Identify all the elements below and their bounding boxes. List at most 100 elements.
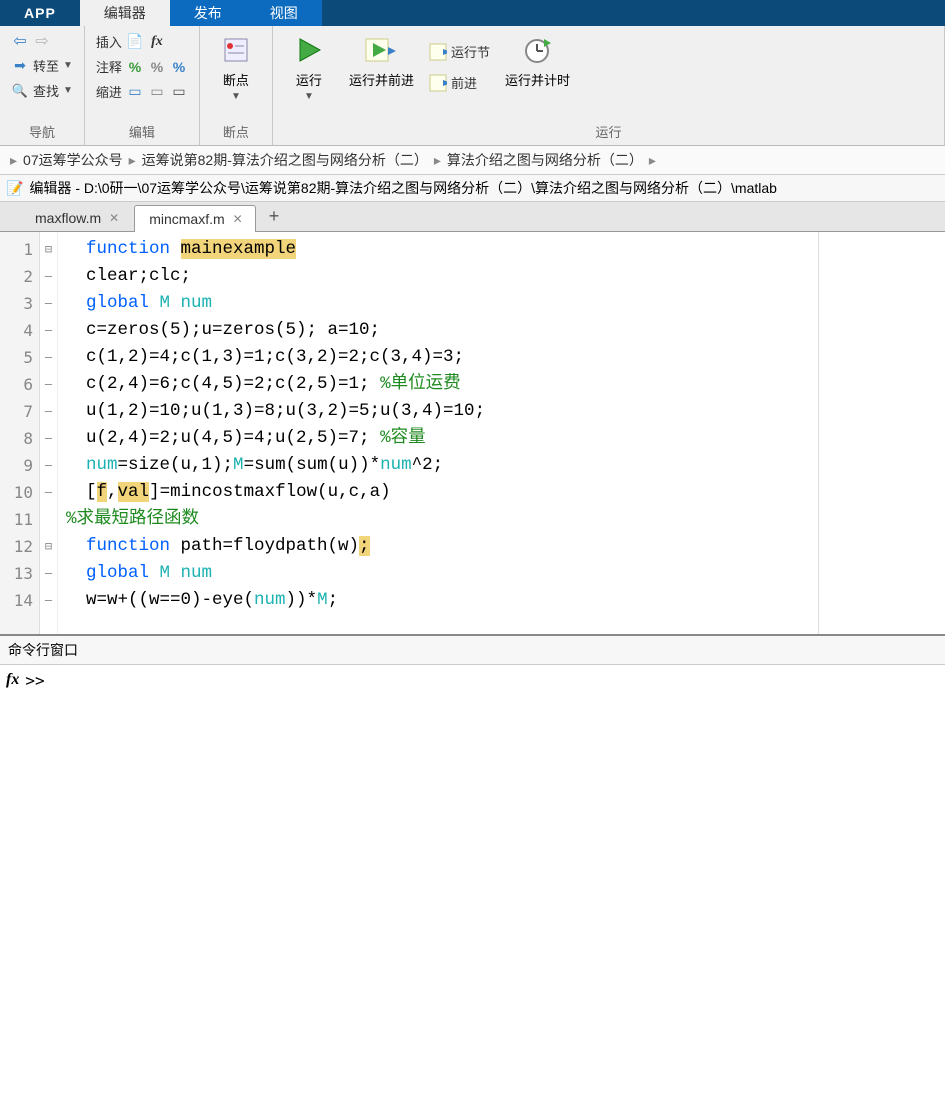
code-line[interactable]: [f,val]=mincostmaxflow(u,c,a) <box>66 479 945 506</box>
line-number: 2 <box>0 263 39 290</box>
breadcrumb: ▸ 07运筹学公众号 ▸ 运筹说第82期-算法介绍之图与网络分析（二） ▸ 算法… <box>0 146 945 175</box>
search-icon <box>11 82 29 100</box>
breadcrumb-item[interactable]: 算法介绍之图与网络分析（二） <box>447 150 643 170</box>
line-number: 4 <box>0 317 39 344</box>
tab-editor[interactable]: 编辑器 <box>80 0 170 26</box>
fold-spacer: — <box>40 452 57 479</box>
close-icon[interactable]: ✕ <box>109 211 119 225</box>
run-button[interactable]: 运行 ▼ <box>281 30 337 104</box>
indent-label: 缩进 <box>96 82 122 101</box>
code-editor[interactable]: 1234567891011121314 ⊟—————————⊟—— functi… <box>0 232 945 636</box>
run-section-label: 运行节 <box>451 42 490 61</box>
code-line[interactable]: c(1,2)=4;c(1,3)=1;c(3,2)=2;c(3,4)=3; <box>66 344 945 371</box>
find-button[interactable]: 查找 ▼ <box>8 79 76 102</box>
code-line[interactable]: w=w+((w==0)-eye(num))*M; <box>66 587 945 614</box>
close-icon[interactable]: ✕ <box>233 212 243 226</box>
forward-icon <box>33 32 51 50</box>
line-number-gutter: 1234567891011121314 <box>0 232 40 634</box>
autoindent-icon <box>170 83 188 101</box>
editor-title: 编辑器 - D:\0研一\07运筹学公众号\运筹说第82期-算法介绍之图与网络分… <box>29 178 777 198</box>
tab-view[interactable]: 视图 <box>246 0 322 26</box>
fold-toggle[interactable]: ⊟ <box>40 236 57 263</box>
code-line[interactable]: c=zeros(5);u=zeros(5); a=10; <box>66 317 945 344</box>
chevron-down-icon: ▼ <box>304 91 314 102</box>
fold-column[interactable]: ⊟—————————⊟—— <box>40 232 58 634</box>
file-tab[interactable]: mincmaxf.m ✕ <box>134 205 256 232</box>
nav-back-forward[interactable] <box>8 30 76 52</box>
document-icon <box>6 180 23 197</box>
ribbon-group-label: 编辑 <box>93 120 191 145</box>
run-section-button[interactable]: 运行节 <box>426 40 493 63</box>
line-number: 10 <box>0 479 39 506</box>
comment-label: 注释 <box>96 57 122 76</box>
line-number: 13 <box>0 560 39 587</box>
code-line[interactable]: function mainexample <box>66 236 945 263</box>
fx-icon: fx <box>6 671 19 689</box>
main-tabstrip: APP 编辑器 发布 视图 <box>0 0 945 26</box>
line-number: 1 <box>0 236 39 263</box>
line-number: 3 <box>0 290 39 317</box>
advance-label: 前进 <box>451 73 477 92</box>
breadcrumb-item[interactable]: 07运筹学公众号 <box>23 150 123 170</box>
chevron-down-icon: ▼ <box>63 85 73 96</box>
file-tab-label: mincmaxf.m <box>149 211 224 227</box>
outdent-icon <box>148 83 166 101</box>
breakpoints-label: 断点 <box>223 70 249 89</box>
comment-button[interactable]: 注释 <box>93 55 191 78</box>
code-line[interactable]: u(2,4)=2;u(4,5)=4;u(2,5)=7; %容量 <box>66 425 945 452</box>
code-line[interactable]: %求最短路径函数 <box>66 506 945 533</box>
line-number: 6 <box>0 371 39 398</box>
code-line[interactable]: clear;clc; <box>66 263 945 290</box>
breakpoints-button[interactable]: 断点 ▼ <box>208 30 264 104</box>
line-number: 12 <box>0 533 39 560</box>
insert-button[interactable]: 插入 <box>93 30 191 53</box>
breakpoint-icon <box>218 32 254 68</box>
fold-spacer: — <box>40 560 57 587</box>
command-window-header: 命令行窗口 <box>0 636 945 665</box>
code-line[interactable]: num=size(u,1);M=sum(sum(u))*num^2; <box>66 452 945 479</box>
clock-icon <box>519 32 555 68</box>
breadcrumb-item[interactable]: 运筹说第82期-算法介绍之图与网络分析（二） <box>142 150 428 170</box>
fold-spacer: — <box>40 317 57 344</box>
run-label: 运行 <box>296 70 322 89</box>
chevron-right-icon: ▸ <box>430 152 445 169</box>
line-number: 5 <box>0 344 39 371</box>
code-area[interactable]: function mainexampleclear;clc;global M n… <box>58 232 945 634</box>
code-line[interactable]: global M num <box>66 560 945 587</box>
code-line[interactable]: u(1,2)=10;u(1,3)=8;u(3,2)=5;u(3,4)=10; <box>66 398 945 425</box>
fold-toggle[interactable]: ⊟ <box>40 533 57 560</box>
line-number: 14 <box>0 587 39 614</box>
command-prompt: >> <box>25 671 44 690</box>
play-icon <box>291 32 327 68</box>
ribbon-group-label: 运行 <box>281 120 936 145</box>
line-number: 7 <box>0 398 39 425</box>
ribbon-group-label: 断点 <box>208 120 264 145</box>
indent-button[interactable]: 缩进 <box>93 80 191 103</box>
line-number: 8 <box>0 425 39 452</box>
wrap-comment-icon <box>170 58 188 76</box>
command-window[interactable]: fx >> <box>0 665 945 1094</box>
code-line[interactable]: function path=floydpath(w); <box>66 533 945 560</box>
file-tab[interactable]: maxflow.m ✕ <box>20 204 132 231</box>
code-line[interactable]: global M num <box>66 290 945 317</box>
advance-button[interactable]: 前进 <box>426 71 493 94</box>
new-tab-button[interactable]: + <box>258 201 291 231</box>
ribbon-group-navigation: 转至 ▼ 查找 ▼ 导航 <box>0 26 85 145</box>
ribbon-group-label: 导航 <box>8 120 76 145</box>
code-line[interactable]: c(2,4)=6;c(4,5)=2;c(2,5)=1; %单位运费 <box>66 371 945 398</box>
fold-spacer: — <box>40 479 57 506</box>
run-time-button[interactable]: 运行并计时 <box>495 30 580 104</box>
find-label: 查找 <box>33 81 59 100</box>
goto-label: 转至 <box>33 56 59 75</box>
tab-app[interactable]: APP <box>0 0 80 26</box>
fold-spacer: — <box>40 344 57 371</box>
tab-publish[interactable]: 发布 <box>170 0 246 26</box>
run-advance-button[interactable]: 运行并前进 <box>339 30 424 104</box>
run-time-label: 运行并计时 <box>505 70 570 89</box>
ribbon-group-run: 运行 ▼ 运行并前进 运行节 <box>273 26 945 145</box>
fold-spacer: — <box>40 398 57 425</box>
fx-icon <box>148 33 166 51</box>
goto-button[interactable]: 转至 ▼ <box>8 54 76 77</box>
line-number: 11 <box>0 506 39 533</box>
fold-spacer: — <box>40 290 57 317</box>
